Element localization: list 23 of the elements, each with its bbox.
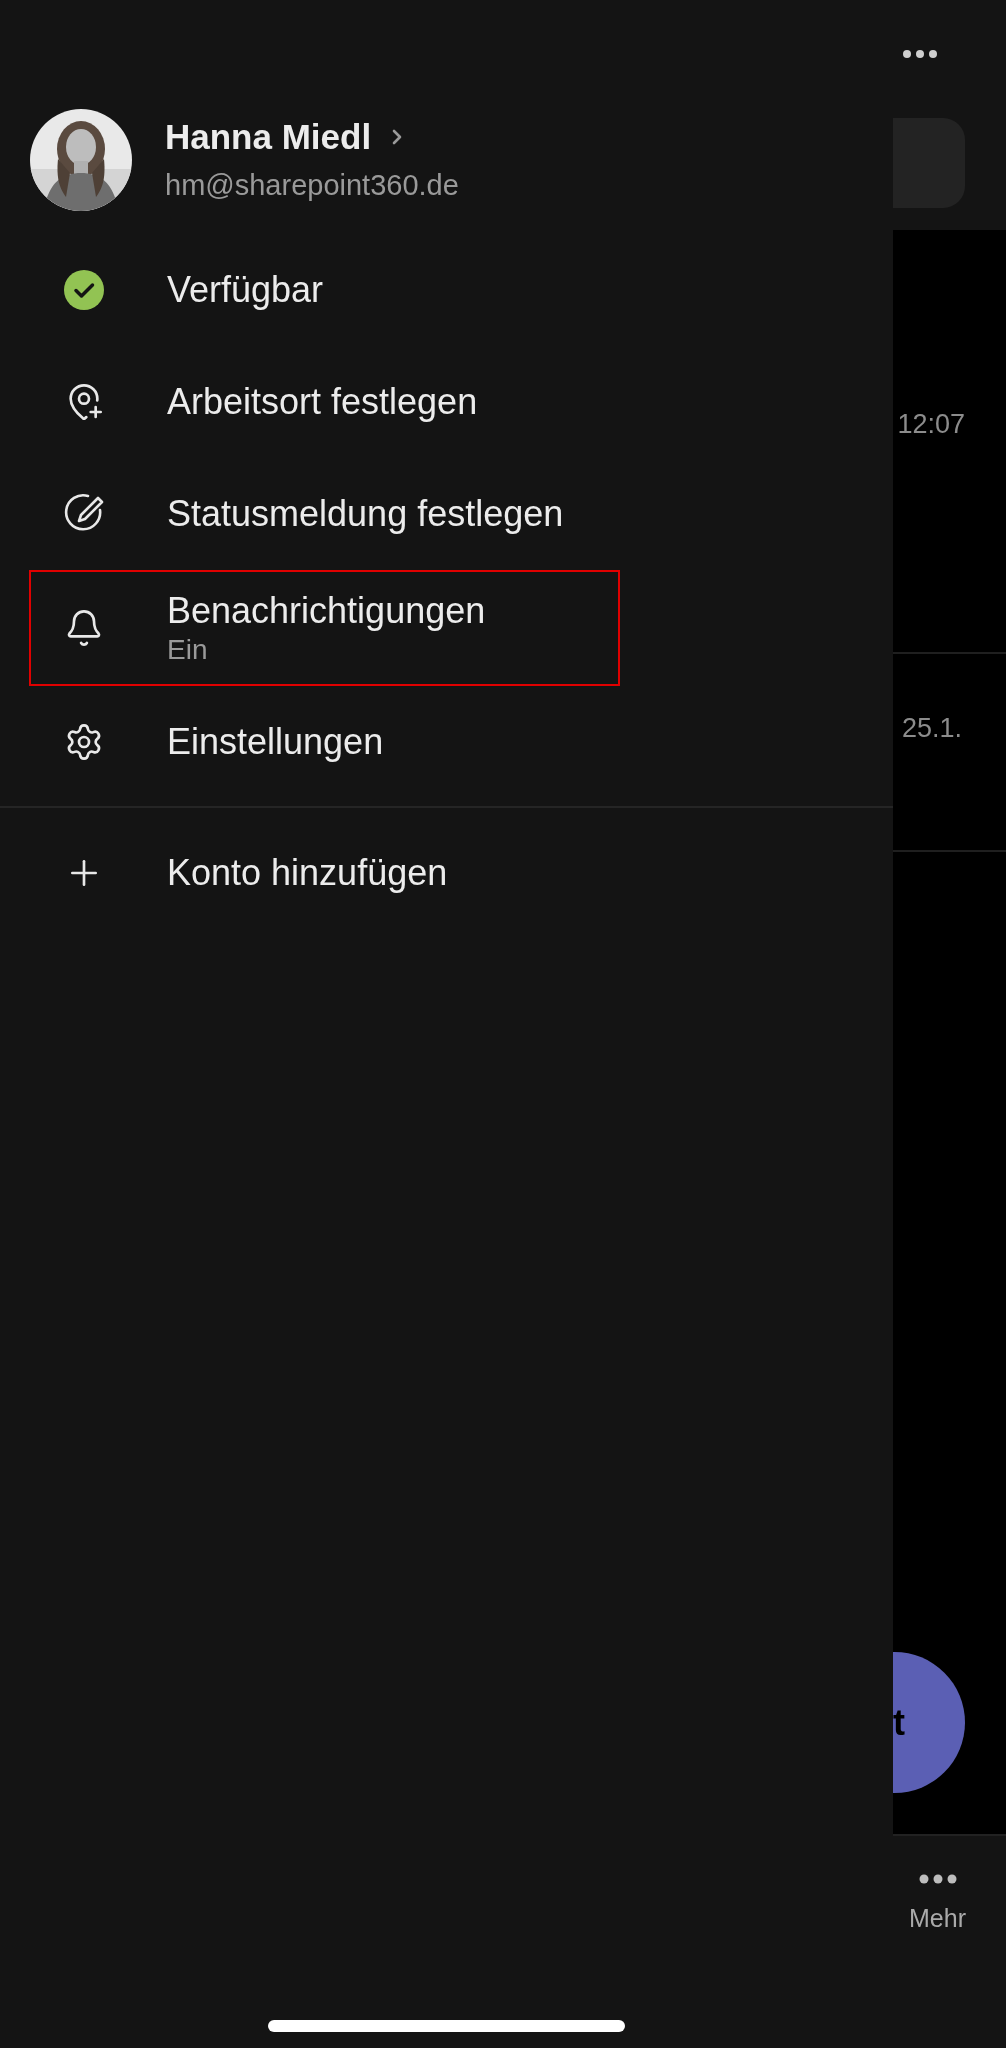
profile-name-link[interactable]: Hanna Miedl (165, 115, 459, 159)
menu-item[interactable]: Arbeitsort festlegen (29, 346, 620, 458)
menu-item-label: Einstellungen (167, 720, 384, 764)
more-nav-tab[interactable]: Mehr (909, 1874, 966, 1931)
menu-item[interactable]: Konto hinzufügen (29, 817, 620, 929)
profile-name: Hanna Miedl (165, 116, 372, 158)
available-check-icon (64, 270, 104, 310)
menu-item-label: Verfügbar (167, 268, 324, 312)
menu-item-label: Arbeitsort festlegen (167, 380, 478, 424)
chat-timestamp: 25.1. (901, 712, 962, 745)
menu-item[interactable]: Statusmeldung festlegen (29, 458, 620, 570)
menu-item-sublabel: Ein (167, 633, 209, 667)
more-icon (918, 1874, 957, 1884)
menu-item-label: Statusmeldung festlegen (167, 492, 564, 536)
new-chat-button[interactable]: t (893, 1652, 965, 1793)
menu-item-label: Konto hinzufügen (167, 851, 448, 895)
chat-timestamp: 12:07 (897, 407, 965, 441)
menu-item[interactable]: Benachrichtigungen Ein (29, 570, 620, 686)
profile-email: hm@sharepoint360.de (165, 168, 459, 203)
menu-item[interactable]: Einstellungen (29, 686, 620, 798)
menu-item-label: Benachrichtigungen (167, 589, 486, 633)
menu-item[interactable]: Verfügbar (29, 234, 620, 346)
more-options-icon[interactable] (903, 50, 937, 58)
